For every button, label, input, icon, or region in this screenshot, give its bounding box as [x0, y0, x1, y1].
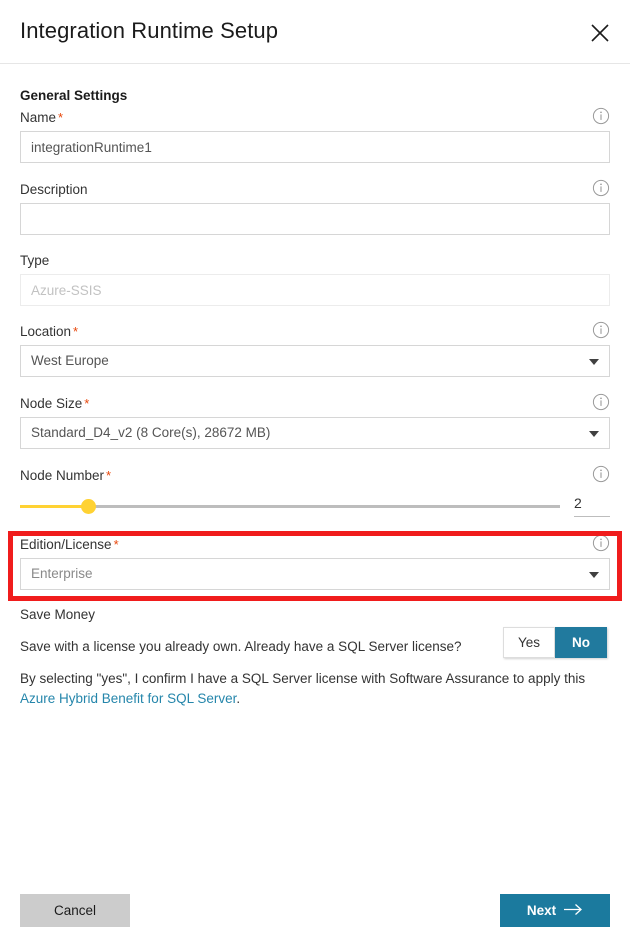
location-select-value: West Europe [31, 353, 109, 368]
info-icon-edition-license[interactable] [592, 534, 610, 552]
chevron-down-icon [589, 572, 599, 578]
info-icon-location[interactable] [592, 321, 610, 339]
chevron-down-icon [589, 359, 599, 365]
page-title: Integration Runtime Setup [20, 18, 279, 43]
slider-track[interactable] [20, 505, 560, 508]
field-label-type: Type [20, 253, 50, 268]
field-label-node-number: Node Number * [20, 467, 610, 485]
label-text-name: Name [20, 110, 57, 125]
required-marker-node-size: * [84, 396, 90, 411]
section-heading-general-settings: General Settings [20, 88, 128, 103]
field-label-edition-license: Edition/License * [20, 536, 610, 554]
field-label-node-size: Node Size * [20, 395, 610, 413]
dialog-body: General Settings Name* Description [0, 64, 630, 885]
integration-runtime-setup-dialog: Integration Runtime Setup General Settin… [0, 0, 630, 949]
name-input[interactable] [20, 131, 610, 163]
field-label-description: Description [20, 182, 88, 197]
azure-hybrid-benefit-link[interactable]: Azure Hybrid Benefit for SQL Server [20, 691, 236, 706]
edition-license-select[interactable]: Enterprise [20, 558, 610, 590]
required-marker-name: * [58, 110, 64, 125]
field-location: Location * West Europe [20, 321, 610, 377]
chevron-down-icon [589, 431, 599, 437]
type-input [20, 274, 610, 306]
field-node-number: Node Number * [20, 465, 610, 489]
required-marker-edition-license: * [113, 537, 119, 552]
required-marker-node-number: * [106, 468, 112, 483]
field-description: Description [20, 179, 610, 235]
cancel-button[interactable]: Cancel [20, 894, 130, 927]
dialog-header: Integration Runtime Setup [0, 0, 630, 64]
label-text-edition-license: Edition/License [20, 537, 112, 552]
consent-prefix: By selecting "yes", I confirm I have a S… [20, 671, 586, 686]
save-money-question: Save with a license you already own. Alr… [20, 639, 462, 654]
arrow-right-icon [564, 903, 583, 919]
label-text-node-number: Node Number [20, 468, 105, 483]
node-number-slider[interactable]: 2 [20, 492, 610, 522]
close-icon [591, 24, 609, 42]
required-marker-location: * [73, 324, 79, 339]
save-money-heading: Save Money [20, 607, 96, 622]
consent-suffix: . [236, 691, 241, 706]
field-label-name: Name * [20, 109, 610, 127]
toggle-no-button[interactable]: No [555, 627, 607, 658]
description-input[interactable] [20, 203, 610, 235]
slider-fill [20, 505, 88, 508]
field-name: Name * [20, 107, 610, 163]
info-icon-name[interactable] [592, 107, 610, 125]
consent-text: By selecting "yes", I confirm I have a S… [20, 669, 612, 709]
next-button-label: Next [526, 903, 557, 918]
label-text-location: Location [20, 324, 72, 339]
node-number-value[interactable]: 2 [574, 492, 610, 517]
dialog-footer: Cancel Next [0, 885, 630, 949]
label-text-node-size: Node Size [20, 396, 83, 411]
location-select[interactable]: West Europe [20, 345, 610, 377]
info-icon-node-size[interactable] [592, 393, 610, 411]
toggle-yes-button[interactable]: Yes [503, 627, 555, 658]
info-icon-node-number[interactable] [592, 465, 610, 483]
hybrid-benefit-toggle: Yes No [503, 627, 607, 658]
field-edition-license: Edition/License * Enterprise [20, 534, 610, 590]
node-size-select[interactable]: Standard_D4_v2 (8 Core(s), 28672 MB) [20, 417, 610, 449]
close-button[interactable] [584, 17, 616, 49]
edition-license-select-value: Enterprise [31, 566, 93, 581]
field-label-location: Location * [20, 323, 610, 341]
node-size-select-value: Standard_D4_v2 (8 Core(s), 28672 MB) [31, 425, 271, 440]
info-icon-description[interactable] [592, 179, 610, 197]
slider-thumb[interactable] [81, 499, 96, 514]
field-type: Type [20, 252, 610, 306]
field-node-size: Node Size * Standard_D4_v2 (8 Core(s), 28… [20, 393, 610, 449]
next-button[interactable]: Next [500, 894, 610, 927]
